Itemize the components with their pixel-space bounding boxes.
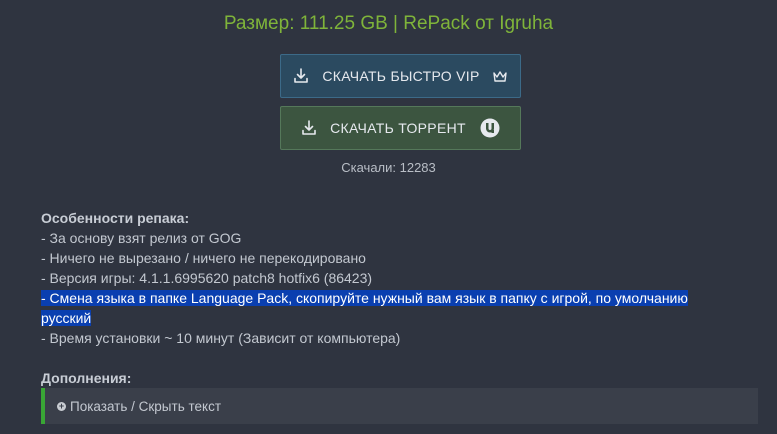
feature-item: - Версия игры: 4.1.1.6995620 patch8 hotf… — [41, 270, 373, 286]
feature-item: - Ничего не вырезано / ничего не перекод… — [41, 250, 366, 266]
download-icon — [293, 68, 309, 84]
spoiler-label: Показать / Скрыть текст — [70, 398, 222, 414]
crown-icon — [492, 70, 508, 83]
feature-item: - Время установки ~ 10 минут (Зависит от… — [41, 330, 401, 346]
download-counter: Скачали: 12283 — [341, 160, 436, 175]
spoiler-toggle[interactable]: + Показать / Скрыть текст — [41, 388, 758, 424]
features-heading: Особенности репака: — [41, 210, 190, 226]
addons-heading: Дополнения: — [41, 370, 132, 386]
download-torrent-button[interactable]: СКАЧАТЬ ТОРРЕНТ — [280, 106, 521, 150]
vip-button-label: СКАЧАТЬ БЫСТРО VIP — [322, 68, 480, 84]
plus-circle-icon: + — [57, 400, 66, 411]
download-icon — [301, 120, 317, 136]
utorrent-icon — [480, 118, 500, 138]
torrent-button-label: СКАЧАТЬ ТОРРЕНТ — [330, 120, 466, 136]
repack-size-title: Размер: 111.25 GB | RePack от Igruha — [223, 13, 554, 34]
feature-item-selected: - Смена языка в папке Language Pack, ско… — [41, 288, 741, 328]
selected-text: - Смена языка в папке Language Pack, ско… — [41, 290, 688, 326]
feature-item: - За основу взят релиз от GOG — [41, 230, 242, 246]
download-fast-vip-button[interactable]: СКАЧАТЬ БЫСТРО VIP — [280, 54, 521, 98]
repack-features: Особенности репака: - За основу взят рел… — [41, 208, 741, 348]
